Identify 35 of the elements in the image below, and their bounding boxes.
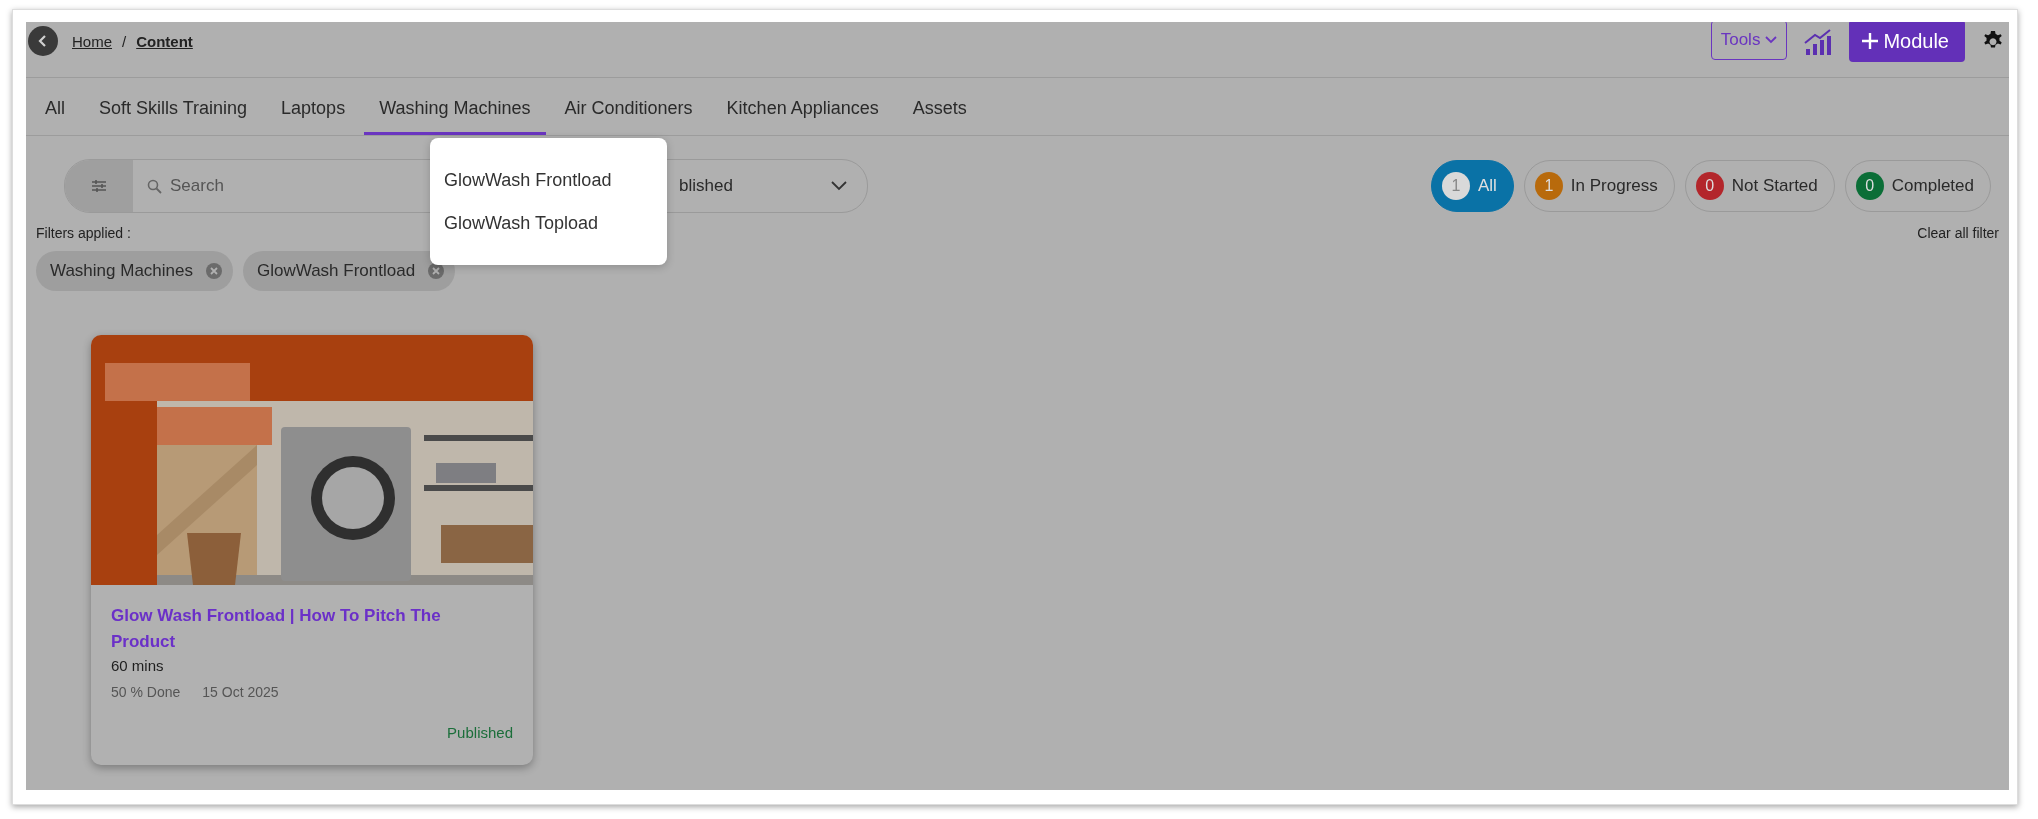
category-tab[interactable]: Air Conditioners bbox=[549, 78, 708, 135]
category-tab[interactable]: Laptops bbox=[266, 78, 361, 135]
tools-dropdown[interactable]: Tools bbox=[1710, 22, 1788, 60]
filter-chip-label: GlowWash Frontload bbox=[257, 261, 416, 281]
category-tab[interactable]: Soft Skills Training bbox=[84, 78, 263, 135]
category-tab[interactable]: All bbox=[30, 78, 80, 135]
category-tab[interactable]: Assets bbox=[897, 78, 982, 135]
remove-icon[interactable] bbox=[427, 262, 446, 280]
menu-item[interactable]: GlowWash Frontload bbox=[444, 163, 653, 197]
breadcrumb-separator: / bbox=[122, 32, 127, 50]
category-tab[interactable]: Kitchen Appliances bbox=[711, 78, 894, 135]
add-module-button[interactable]: Module bbox=[1849, 22, 1965, 62]
status-select[interactable]: blished bbox=[673, 168, 867, 204]
chevron-down-icon bbox=[1765, 36, 1778, 44]
filters-applied-label: Filters applied : bbox=[36, 225, 131, 241]
category-tab[interactable]: Washing Machines bbox=[364, 78, 546, 135]
status-filter[interactable]: 1 All bbox=[1430, 160, 1514, 212]
search-field[interactable]: Search bbox=[170, 176, 370, 196]
analytics-icon[interactable] bbox=[1803, 28, 1834, 56]
clear-all-filter-link[interactable]: Clear all filter bbox=[1917, 225, 1999, 241]
menu-item[interactable]: GlowWash Topload bbox=[444, 206, 653, 240]
back-button[interactable] bbox=[28, 26, 58, 56]
search-icon bbox=[147, 178, 162, 194]
plus-icon bbox=[1861, 32, 1880, 50]
progress-text: 50 % Done bbox=[111, 684, 181, 700]
filter-chip-label: Washing Machines bbox=[50, 261, 193, 281]
filter-button[interactable] bbox=[65, 160, 133, 212]
chevron-down-icon bbox=[831, 181, 847, 191]
status-text: Published bbox=[447, 724, 513, 741]
duration: 60 mins bbox=[111, 657, 165, 674]
breadcrumb-link[interactable]: Home bbox=[72, 32, 112, 50]
sliders-icon bbox=[91, 179, 107, 193]
module-card[interactable]: Glow Wash Frontload | How To Pitch The Product 60 mins 50 % Done 15 Oct 2025 Published bbox=[91, 335, 533, 765]
date: 15 Oct 2025 bbox=[202, 684, 279, 700]
breadcrumb-link[interactable]: Content bbox=[136, 32, 193, 50]
